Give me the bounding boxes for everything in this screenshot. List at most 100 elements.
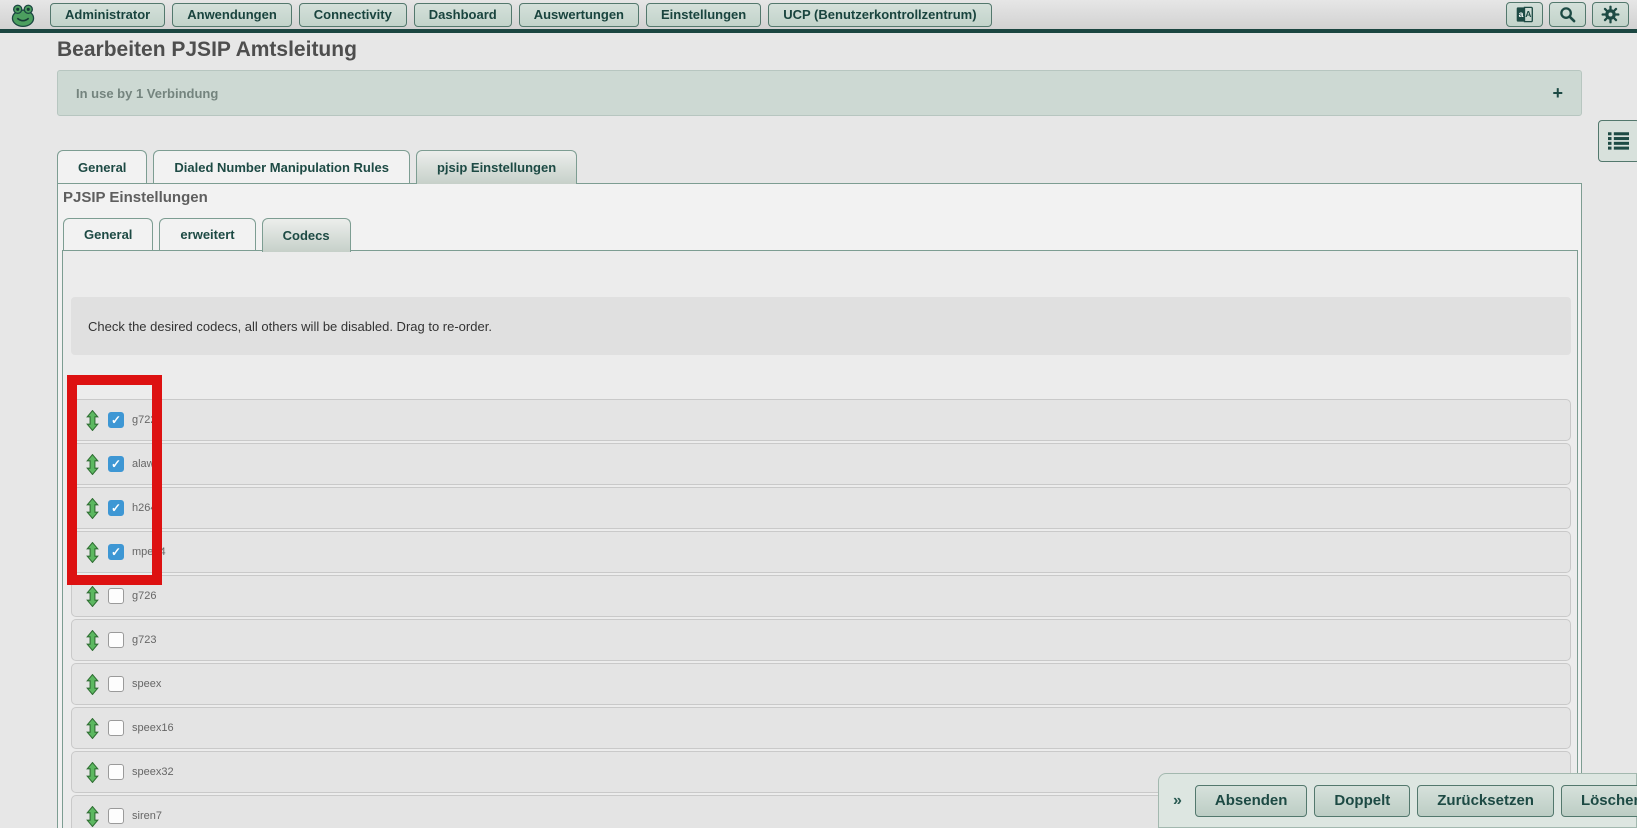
codec-checkbox[interactable]: [108, 544, 124, 560]
action-button-label: Doppelt: [1334, 792, 1390, 809]
nav-menu-item[interactable]: Einstellungen: [646, 3, 761, 27]
section-heading: PJSIP Einstellungen: [63, 189, 208, 206]
search-icon: [1559, 6, 1576, 23]
drag-reorder-icon[interactable]: [86, 498, 99, 519]
form-action-bar: » Absenden Doppelt Zurücksetzen Löschen: [1158, 773, 1637, 828]
drag-reorder-icon[interactable]: [86, 674, 99, 695]
top-navbar: Administrator Anwendungen Connectivity D…: [0, 0, 1637, 33]
main-tab-bar: General Dialed Number Manipulation Rules…: [57, 150, 577, 184]
nav-menu-item[interactable]: Administrator: [50, 3, 165, 27]
drag-reorder-icon[interactable]: [86, 762, 99, 783]
drag-reorder-icon[interactable]: [86, 586, 99, 607]
codec-label: g723: [132, 634, 156, 646]
nav-menu-item-label: Connectivity: [314, 7, 392, 22]
svg-text:A: A: [1525, 9, 1531, 19]
page-title: Bearbeiten PJSIP Amtsleitung: [57, 38, 357, 62]
nav-menu-item-label: Anwendungen: [187, 7, 277, 22]
action-button-label: Zurücksetzen: [1437, 792, 1534, 809]
codec-label: mpeg4: [132, 546, 166, 558]
codecs-tab-content: Check the desired codecs, all others wil…: [62, 250, 1578, 828]
codec-label: speex: [132, 678, 161, 690]
codec-label: g722: [132, 414, 156, 426]
codec-label: siren7: [132, 810, 162, 822]
codec-hint-box: Check the desired codecs, all others wil…: [71, 297, 1571, 355]
codec-label: speex16: [132, 722, 174, 734]
nav-menu-item[interactable]: Auswertungen: [519, 3, 639, 27]
codec-label: alaw: [132, 458, 155, 470]
codec-checkbox[interactable]: [108, 456, 124, 472]
codec-label: speex32: [132, 766, 174, 778]
nav-menu-item[interactable]: UCP (Benutzerkontrollzentrum): [768, 3, 991, 27]
nav-icon-group: a A: [1506, 2, 1629, 27]
search-button[interactable]: [1549, 2, 1586, 27]
codec-checkbox[interactable]: [108, 808, 124, 824]
codec-checkbox[interactable]: [108, 632, 124, 648]
tab-label: Dialed Number Manipulation Rules: [174, 160, 389, 175]
codec-checkbox[interactable]: [108, 588, 124, 604]
codec-label: h264: [132, 502, 156, 514]
codec-row[interactable]: h264: [71, 487, 1571, 529]
tab[interactable]: General: [57, 150, 147, 183]
codec-row[interactable]: g722: [71, 399, 1571, 441]
drag-reorder-icon[interactable]: [86, 630, 99, 651]
module-list-button[interactable]: [1598, 120, 1637, 162]
nav-menu-item-label: Einstellungen: [661, 7, 746, 22]
inuse-collapsible-panel[interactable]: In use by 1 Verbindung +: [57, 70, 1582, 116]
drag-reorder-icon[interactable]: [86, 542, 99, 563]
drag-reorder-icon[interactable]: [86, 454, 99, 475]
drag-reorder-icon[interactable]: [86, 806, 99, 827]
codec-row[interactable]: g723: [71, 619, 1571, 661]
codec-row[interactable]: speex16: [71, 707, 1571, 749]
tab[interactable]: pjsip Einstellungen: [416, 150, 577, 184]
freepbx-screen: Administrator Anwendungen Connectivity D…: [0, 0, 1637, 828]
codec-label: g726: [132, 590, 156, 602]
action-button[interactable]: Doppelt: [1314, 785, 1410, 817]
codec-sub-tab-bar: General erweitert Codecs: [63, 218, 351, 252]
nav-menu: Administrator Anwendungen Connectivity D…: [50, 3, 992, 27]
inuse-text: In use by 1 Verbindung: [76, 86, 218, 101]
codec-list: g722 alaw h264 mpeg4: [71, 399, 1571, 828]
drag-reorder-icon[interactable]: [86, 718, 99, 739]
list-icon: [1608, 132, 1629, 150]
nav-menu-item[interactable]: Dashboard: [414, 3, 512, 27]
nav-menu-item-label: Dashboard: [429, 7, 497, 22]
codec-row[interactable]: alaw: [71, 443, 1571, 485]
action-button[interactable]: Absenden: [1195, 785, 1308, 817]
tab-label: erweitert: [180, 227, 234, 242]
nav-menu-item[interactable]: Connectivity: [299, 3, 407, 27]
nav-menu-item[interactable]: Anwendungen: [172, 3, 292, 27]
codec-row[interactable]: g726: [71, 575, 1571, 617]
action-button-label: Löschen: [1581, 792, 1637, 809]
nav-menu-item-label: UCP (Benutzerkontrollzentrum): [783, 7, 976, 22]
nav-menu-item-label: Administrator: [65, 7, 150, 22]
drag-reorder-icon[interactable]: [86, 410, 99, 431]
language-icon: a A: [1515, 5, 1534, 24]
expand-plus-icon[interactable]: +: [1552, 84, 1563, 102]
tab-label: pjsip Einstellungen: [437, 160, 556, 175]
collapse-chevron-icon[interactable]: »: [1173, 792, 1182, 810]
form-action-buttons: Absenden Doppelt Zurücksetzen Löschen: [1195, 785, 1637, 817]
codec-checkbox[interactable]: [108, 676, 124, 692]
nav-menu-item-label: Auswertungen: [534, 7, 624, 22]
freepbx-frog-logo-icon[interactable]: [10, 2, 36, 28]
tab[interactable]: General: [63, 218, 153, 250]
action-button[interactable]: Löschen: [1561, 785, 1637, 817]
tab[interactable]: Codecs: [262, 218, 351, 252]
codec-hint-text: Check the desired codecs, all others wil…: [88, 319, 492, 334]
codec-row[interactable]: speex: [71, 663, 1571, 705]
language-button[interactable]: a A: [1506, 2, 1543, 27]
gear-icon: [1601, 5, 1620, 24]
action-button-label: Absenden: [1215, 792, 1288, 809]
svg-text:a: a: [1519, 9, 1524, 19]
tab[interactable]: Dialed Number Manipulation Rules: [153, 150, 410, 183]
codec-checkbox[interactable]: [108, 764, 124, 780]
codec-row[interactable]: mpeg4: [71, 531, 1571, 573]
codec-checkbox[interactable]: [108, 500, 124, 516]
tab-label: General: [78, 160, 126, 175]
codec-checkbox[interactable]: [108, 412, 124, 428]
codec-checkbox[interactable]: [108, 720, 124, 736]
tab[interactable]: erweitert: [159, 218, 255, 250]
tab-label: Codecs: [283, 228, 330, 243]
action-button[interactable]: Zurücksetzen: [1417, 785, 1554, 817]
settings-button[interactable]: [1592, 2, 1629, 27]
